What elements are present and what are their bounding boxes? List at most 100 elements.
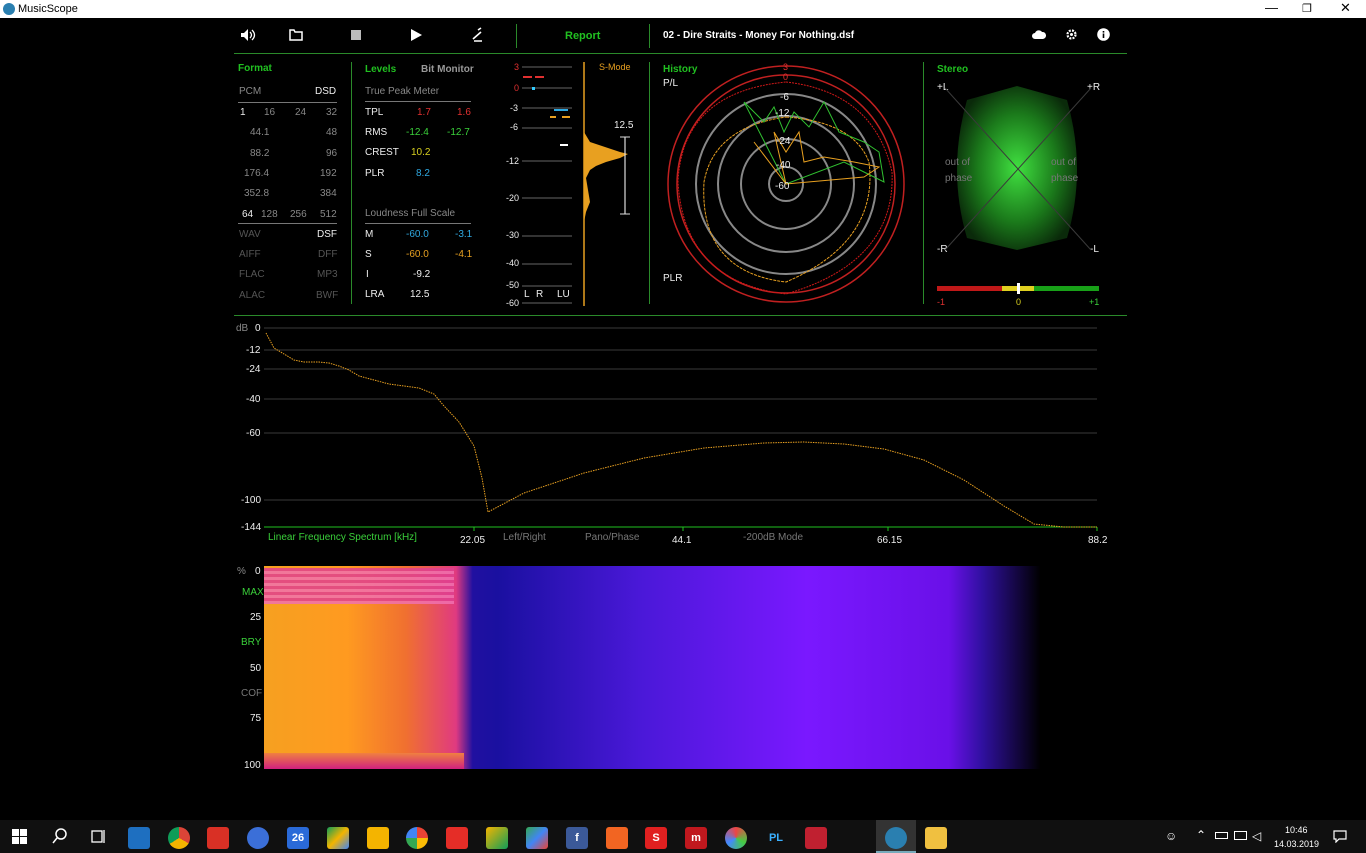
- spec-y-144: -144: [241, 522, 262, 533]
- minimize-button[interactable]: —: [1265, 0, 1279, 15]
- maps-icon[interactable]: [526, 827, 548, 849]
- m-value-b: -3.1: [455, 229, 473, 240]
- app-m-icon[interactable]: m: [685, 827, 707, 849]
- rate-176: 176.4: [244, 168, 270, 179]
- corr-label-min: -1: [937, 297, 946, 307]
- meter-tick-3: 3: [514, 62, 520, 72]
- spec-x-88: 88.2: [1088, 535, 1108, 546]
- s-value-a: -60.0: [406, 249, 429, 260]
- type-dsf: DSF: [317, 229, 337, 240]
- format-title: Format: [238, 63, 272, 74]
- tpl-label: TPL: [365, 107, 384, 118]
- file-explorer-icon[interactable]: [925, 827, 947, 849]
- type-wav: WAV: [239, 229, 261, 240]
- davinci-icon[interactable]: [725, 827, 747, 849]
- notification-icon[interactable]: [1333, 830, 1347, 843]
- rate-88: 88.2: [250, 148, 270, 159]
- app-s-icon[interactable]: S: [645, 827, 667, 849]
- out-of-phase-left: out of phase: [945, 157, 973, 184]
- rate-192: 192: [320, 168, 337, 179]
- rate-48: 48: [326, 127, 338, 138]
- stereo-title: Stereo: [937, 64, 969, 75]
- battery-icon[interactable]: [1215, 832, 1228, 839]
- keep-icon[interactable]: [367, 827, 389, 849]
- s-label: S: [365, 249, 372, 260]
- photos-icon[interactable]: [406, 827, 428, 849]
- pl-icon[interactable]: PL: [765, 827, 787, 849]
- dsd-64: 64: [242, 209, 254, 220]
- windows-start-icon[interactable]: [12, 829, 27, 844]
- people-icon[interactable]: ☺: [1165, 829, 1177, 843]
- sg-y-max: MAX: [242, 587, 264, 598]
- meter-tick-m20: -20: [506, 193, 520, 203]
- ring-label-3: 3: [783, 62, 789, 72]
- smode-label[interactable]: S-Mode: [599, 62, 631, 72]
- type-aiff: AIFF: [239, 249, 261, 260]
- mode-left-right[interactable]: Left/Right: [503, 532, 546, 543]
- spec-x-44: 44.1: [672, 535, 692, 546]
- musicscope-icon[interactable]: [885, 827, 907, 849]
- levels-title[interactable]: Levels: [365, 64, 396, 75]
- spectrum-plot: [264, 327, 1098, 531]
- rate-96: 96: [326, 148, 338, 159]
- drive-2-icon[interactable]: [486, 827, 508, 849]
- meter-graphics: [522, 62, 630, 306]
- window-title: MusicScope: [18, 3, 78, 15]
- app-red-icon[interactable]: [805, 827, 827, 849]
- clock-time[interactable]: 10:46: [1285, 825, 1308, 835]
- meter-lu-label: LU: [557, 289, 570, 300]
- toolbar: Report 02 - Dire Straits - Money For Not…: [234, 18, 1127, 54]
- bit-32: 32: [326, 107, 338, 118]
- speaker-icon[interactable]: ◁: [1252, 829, 1261, 843]
- calendar-icon[interactable]: 26: [287, 827, 309, 849]
- search-icon[interactable]: [52, 828, 68, 844]
- i-label: I: [366, 269, 369, 280]
- sg-y-cof: COF: [241, 688, 263, 699]
- crest-label: CREST: [365, 147, 399, 158]
- info-icon[interactable]: [1097, 28, 1110, 41]
- bit-24: 24: [295, 107, 307, 118]
- task-view-icon[interactable]: [90, 829, 106, 844]
- sg-y-bry: BRY: [241, 637, 262, 648]
- window-titlebar: MusicScope — ❐ ✕: [0, 0, 1366, 18]
- spec-y-24: -24: [246, 364, 261, 375]
- ring-label-m40: -40: [776, 160, 791, 171]
- taskbar-app-1-icon[interactable]: [128, 827, 150, 849]
- report-button[interactable]: Report: [565, 30, 600, 42]
- open-folder-icon[interactable]: [289, 29, 303, 41]
- cloud-icon[interactable]: [1032, 30, 1046, 39]
- meter-l-label: L: [524, 289, 530, 300]
- eject-icon[interactable]: [471, 27, 483, 43]
- tray-chevron-icon[interactable]: ⌃: [1196, 828, 1206, 842]
- dsd-128: 128: [261, 209, 278, 220]
- app-orange-icon[interactable]: [606, 827, 628, 849]
- gear-icon[interactable]: [1065, 28, 1078, 41]
- close-button[interactable]: ✕: [1340, 0, 1351, 16]
- stop-icon[interactable]: [351, 30, 361, 40]
- clock-date[interactable]: 14.03.2019: [1274, 839, 1319, 849]
- mail-icon[interactable]: [207, 827, 229, 849]
- mode-pano-phase[interactable]: Pano/Phase: [585, 532, 640, 543]
- bitmonitor-tab[interactable]: Bit Monitor: [421, 64, 474, 75]
- network-icon[interactable]: [1234, 831, 1247, 840]
- youtube-icon[interactable]: [446, 827, 468, 849]
- restore-button[interactable]: ❐: [1302, 2, 1312, 15]
- corr-label-max: +1: [1089, 297, 1100, 307]
- facebook-icon[interactable]: f: [566, 827, 588, 849]
- dsd-256: 256: [290, 209, 307, 220]
- lra-value: 12.5: [410, 289, 430, 300]
- volume-icon[interactable]: [240, 28, 256, 42]
- chrome-icon[interactable]: [168, 827, 190, 849]
- sg-y-0: 0: [255, 566, 261, 577]
- plr-label: PLR: [365, 168, 385, 179]
- ring-label-m6: -6: [780, 92, 789, 103]
- dsd-label: DSD: [315, 86, 337, 97]
- mode-200db[interactable]: -200dB Mode: [743, 532, 803, 543]
- drive-icon[interactable]: [327, 827, 349, 849]
- spec-y-100: -100: [241, 495, 262, 506]
- play-icon[interactable]: [411, 29, 422, 41]
- lra-label: LRA: [365, 289, 385, 300]
- m-label: M: [365, 229, 374, 240]
- chat-icon[interactable]: [247, 827, 269, 849]
- rate-352: 352.8: [244, 188, 270, 199]
